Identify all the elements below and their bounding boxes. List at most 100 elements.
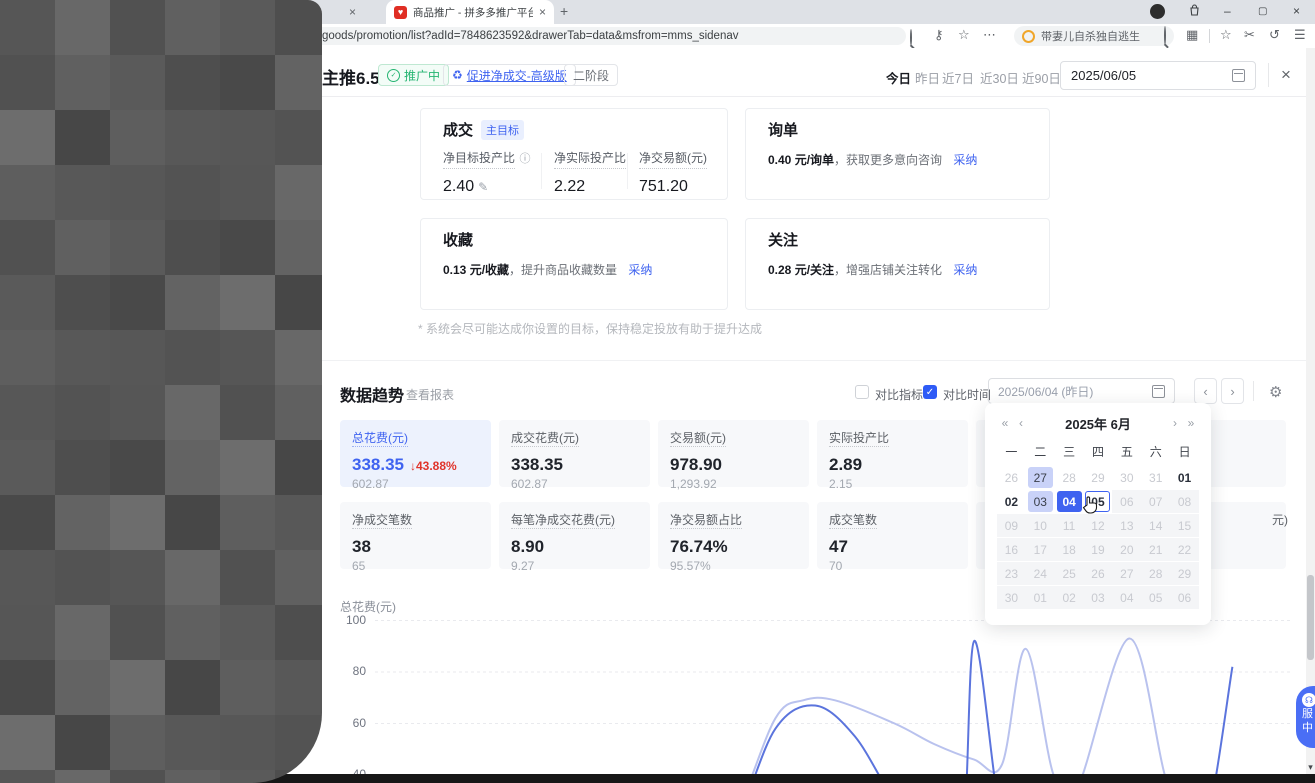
calendar-day-22: 22 [1170, 538, 1199, 561]
calendar-day-01: 01 [1026, 586, 1055, 609]
tile-value: 2.89 [829, 455, 862, 475]
calendar-day-29: 29 [1084, 466, 1113, 489]
scrollbar-thumb[interactable] [1307, 575, 1314, 660]
date-preset-4[interactable]: 近90日 [1022, 68, 1061, 87]
metric-tile-2[interactable]: 交易额(元)978.901,293.92 [658, 420, 809, 487]
adopt-link[interactable]: 采纳 [953, 153, 977, 167]
calendar-day-26: 26 [1084, 562, 1113, 585]
date-preset-3[interactable]: 近30日 [980, 68, 1019, 87]
goal-footnote: * 系统会尽可能达成你设置的目标，保持稳定投放有助于提升达成 [418, 320, 762, 337]
chart-line-series [378, 641, 1232, 774]
calendar-icon [1232, 69, 1245, 82]
next-day-button[interactable]: › [1221, 378, 1244, 404]
active-tab[interactable]: ♥ 商品推广 - 拼多多推广平台 × [386, 0, 554, 24]
chart-line-series [378, 638, 1292, 774]
search-engine-icon [1022, 30, 1035, 43]
tile-compare-value: 70 [829, 559, 956, 573]
edit-icon[interactable]: ✎ [478, 180, 488, 194]
plan-type-link[interactable]: ♻ 促进净成交-高级版 [443, 64, 576, 86]
url-text: goods/promotion/list?adId=7848623592&dra… [322, 30, 739, 42]
calendar-day-08: 08 [1170, 490, 1199, 513]
background-tab-close-icon[interactable]: × [349, 5, 356, 19]
date-preset-2[interactable]: 近7日 [942, 68, 974, 87]
tile-value: 338.35 [352, 455, 404, 475]
metric-tile-8[interactable]: 净交易额占比76.74%95.57% [658, 502, 809, 569]
new-tab-button[interactable]: + [560, 3, 568, 19]
goal-card-inquiry: 询单 0.40 元/询单，获取更多意向咨询 采纳 [745, 108, 1050, 200]
customer-service-widget[interactable]: ☊ 服中 [1296, 686, 1315, 748]
adopt-link[interactable]: 采纳 [628, 263, 652, 277]
more-actions-icon[interactable]: ⋯ [983, 28, 996, 41]
date-preset-1[interactable]: 昨日 [915, 68, 940, 87]
menu-icon[interactable]: ☰ [1294, 28, 1306, 41]
weekday-label: 一 [997, 443, 1026, 460]
date-preset-0[interactable]: 今日 [886, 68, 911, 87]
key-icon[interactable]: ⚷ [934, 28, 944, 41]
metric-tile-1[interactable]: 成交花费(元)338.35602.87 [499, 420, 650, 487]
apps-grid-icon[interactable]: ▦ [1186, 28, 1198, 41]
tab-title: 商品推广 - 拼多多推广平台 [413, 5, 533, 20]
scrollbar-track[interactable] [1306, 48, 1315, 783]
trend-line-chart[interactable] [330, 612, 1305, 774]
tile-label: 交易额(元) [670, 429, 726, 447]
calendar-day-30: 30 [997, 586, 1026, 609]
calendar-day-03[interactable]: 03 [1026, 490, 1055, 513]
prev-year-icon[interactable]: « [997, 416, 1013, 430]
window-minimize-button[interactable]: – [1224, 4, 1231, 18]
goal-card-body: 0.40 元/询单，获取更多意向咨询 采纳 [768, 151, 977, 168]
compare-metric-checkbox[interactable] [855, 385, 869, 399]
date-picker-input[interactable]: 2025/06/05 [1060, 61, 1256, 90]
metric-tile-0[interactable]: 总花费(元)338.35↓43.88%602.87 [340, 420, 491, 487]
weekday-label: 四 [1084, 443, 1113, 460]
window-close-button[interactable]: × [1293, 4, 1300, 18]
calendar-month-title[interactable]: 2025年 6月 [1029, 414, 1167, 433]
calendar-day-07: 07 [1141, 490, 1170, 513]
address-bar[interactable]: goods/promotion/list?adId=7848623592&dra… [314, 27, 906, 45]
tab-close-icon[interactable]: × [539, 6, 546, 18]
quick-search-box[interactable]: 带妻儿自杀独自逃生 [1014, 26, 1174, 46]
trend-divider [1253, 381, 1254, 401]
calendar-day-28: 28 [1055, 466, 1084, 489]
prev-month-icon[interactable]: ‹ [1013, 416, 1029, 430]
calendar-day-31: 31 [1141, 466, 1170, 489]
calendar-day-04[interactable]: 04 [1055, 490, 1084, 513]
tile-compare-value: 65 [352, 559, 479, 573]
screenshot-scissors-icon[interactable]: ✂ [1244, 28, 1255, 41]
metric-tile-7[interactable]: 每笔净成交花费(元)8.909.27 [499, 502, 650, 569]
prev-day-button[interactable]: ‹ [1194, 378, 1217, 404]
favorites-add-icon[interactable]: ☆ [1220, 28, 1232, 41]
calendar-day-05: 05 [1141, 586, 1170, 609]
metric-tile-3[interactable]: 实际投产比2.892.15 [817, 420, 968, 487]
metric-tile-9[interactable]: 成交笔数4770 [817, 502, 968, 569]
view-report-link[interactable]: 查看报表 [406, 386, 454, 403]
calendar-day-26: 26 [997, 466, 1026, 489]
calendar-day-27[interactable]: 27 [1026, 466, 1055, 489]
browser-extra-icon[interactable] [1188, 4, 1201, 20]
goal-card-favorite: 收藏 0.13 元/收藏，提升商品收藏数量 采纳 [420, 218, 728, 310]
adopt-link[interactable]: 采纳 [953, 263, 977, 277]
zoom-search-icon[interactable] [910, 31, 912, 44]
next-month-icon[interactable]: › [1167, 416, 1183, 430]
metric-tile-6[interactable]: 净成交笔数3865 [340, 502, 491, 569]
calendar-day-17: 17 [1026, 538, 1055, 561]
compare-date-input[interactable]: 2025/06/04 (昨日) [988, 378, 1175, 404]
undo-icon[interactable]: ↺ [1269, 28, 1280, 41]
tile-compare-value: 1,293.92 [670, 477, 797, 491]
chat-widget-text: 服 [1302, 708, 1313, 721]
toolbar-divider [1209, 29, 1210, 43]
calendar-day-02[interactable]: 02 [997, 490, 1026, 513]
drawer-close-icon[interactable]: × [1281, 65, 1291, 85]
window-restore-button[interactable]: ▢ [1258, 6, 1267, 17]
bookmark-star-icon[interactable]: ☆ [958, 28, 970, 41]
calendar-day-03: 03 [1084, 586, 1113, 609]
compare-time-checkbox[interactable]: ✓ [923, 385, 937, 399]
calendar-weekday-row: 一二三四五六日 [997, 443, 1199, 460]
browser-profile-avatar[interactable] [1150, 4, 1165, 19]
next-year-icon[interactable]: » [1183, 416, 1199, 430]
calendar-popover: « ‹ 2025年 6月 › » 一二三四五六日 262728293031010… [985, 403, 1211, 625]
scrollbar-down-arrow[interactable]: ▾ [1306, 762, 1315, 773]
calendar-day-24: 24 [1026, 562, 1055, 585]
info-icon[interactable]: ⓘ [519, 153, 530, 165]
calendar-day-01[interactable]: 01 [1170, 466, 1199, 489]
gear-icon[interactable]: ⚙ [1269, 383, 1282, 401]
